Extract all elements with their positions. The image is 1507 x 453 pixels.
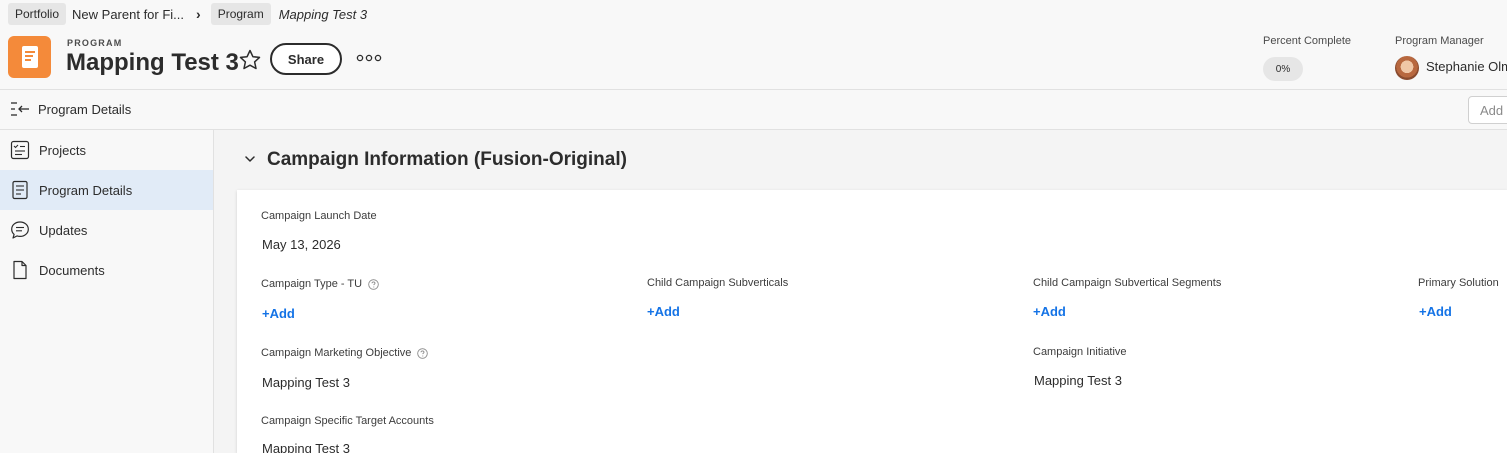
- object-type-label: PROGRAM: [67, 38, 123, 48]
- document-icon: [13, 260, 27, 280]
- percent-complete-badge: 0%: [1263, 57, 1303, 81]
- program-manager-name[interactable]: Stephanie Olm: [1426, 59, 1507, 74]
- details-toolbar: Program Details Add: [0, 90, 1507, 130]
- star-icon[interactable]: [238, 48, 262, 72]
- help-icon[interactable]: [417, 347, 429, 359]
- field-label-primary-solution: Primary Solution: [1418, 277, 1499, 289]
- field-label-text: Campaign Specific Target Accounts: [261, 415, 434, 427]
- breadcrumb-portfolio-link[interactable]: New Parent for Fi...: [72, 7, 184, 22]
- avatar[interactable]: [1395, 56, 1419, 80]
- projects-icon: [10, 140, 30, 160]
- field-value-target-accounts[interactable]: Mapping Test 3: [262, 441, 350, 453]
- field-label-text: Campaign Marketing Objective: [261, 347, 412, 359]
- updates-icon: [11, 221, 29, 239]
- add-child-subverticals-link[interactable]: +Add: [647, 304, 680, 319]
- sidebar-item-label: Documents: [39, 263, 105, 278]
- sidebar: Projects Program Details Updates Documen…: [0, 130, 214, 453]
- sidebar-item-documents[interactable]: Documents: [0, 250, 213, 290]
- more-options-icon[interactable]: [356, 50, 382, 66]
- sidebar-item-program-details[interactable]: Program Details: [0, 170, 213, 210]
- breadcrumb: Portfolio New Parent for Fi... › Program…: [8, 2, 367, 26]
- breadcrumb-portfolio-tag[interactable]: Portfolio: [8, 3, 67, 25]
- add-button[interactable]: Add: [1468, 96, 1507, 124]
- section-title[interactable]: Campaign Information (Fusion-Original): [267, 149, 627, 171]
- breadcrumb-program-tag[interactable]: Program: [210, 3, 271, 25]
- field-label-campaign-type: Campaign Type - TU: [261, 278, 379, 290]
- program-icon: [8, 36, 51, 78]
- sidebar-item-projects[interactable]: Projects: [0, 130, 213, 170]
- share-button[interactable]: Share: [270, 43, 342, 75]
- field-label-text: Campaign Type - TU: [261, 278, 363, 290]
- sidebar-item-label: Program Details: [39, 183, 133, 198]
- field-label-child-subvertical-segments: Child Campaign Subvertical Segments: [1033, 277, 1221, 289]
- field-value-initiative[interactable]: Mapping Test 3: [1034, 373, 1122, 388]
- page-header: Portfolio New Parent for Fi... › Program…: [0, 0, 1507, 90]
- sidebar-item-label: Projects: [39, 143, 86, 158]
- add-campaign-type-link[interactable]: +Add: [262, 306, 295, 321]
- field-label-text: Campaign Launch Date: [261, 210, 377, 222]
- field-label-initiative: Campaign Initiative: [1033, 346, 1127, 358]
- field-label-text: Child Campaign Subvertical Segments: [1033, 277, 1222, 289]
- field-label-child-subverticals: Child Campaign Subverticals: [647, 277, 788, 289]
- chevron-down-icon[interactable]: [244, 153, 256, 165]
- chevron-right-icon: ›: [196, 6, 201, 22]
- sidebar-item-label: Updates: [39, 223, 88, 238]
- toolbar-title: Program Details: [38, 102, 132, 117]
- field-label-target-accounts: Campaign Specific Target Accounts: [261, 415, 434, 427]
- field-label-text: Child Campaign Subverticals: [647, 277, 789, 289]
- sidebar-item-updates[interactable]: Updates: [0, 210, 213, 250]
- field-value-marketing-objective[interactable]: Mapping Test 3: [262, 375, 350, 390]
- form-card: [237, 190, 1507, 453]
- add-primary-solution-link[interactable]: +Add: [1419, 304, 1452, 319]
- details-icon: [12, 180, 28, 200]
- field-label-text: Campaign Initiative: [1033, 346, 1127, 358]
- help-icon[interactable]: [368, 278, 379, 290]
- breadcrumb-program-current: Mapping Test 3: [278, 6, 368, 22]
- field-label-marketing-objective: Campaign Marketing Objective: [261, 347, 429, 359]
- add-child-subvertical-segments-link[interactable]: +Add: [1033, 304, 1066, 319]
- field-label-launch-date: Campaign Launch Date: [261, 210, 377, 222]
- program-manager-label: Program Manager: [1395, 35, 1484, 47]
- percent-complete-label: Percent Complete: [1263, 35, 1352, 47]
- page-title: Mapping Test 3: [66, 49, 239, 76]
- field-label-text: Primary Solution: [1418, 277, 1499, 289]
- collapse-panel-icon[interactable]: [10, 101, 30, 117]
- field-value-launch-date[interactable]: May 13, 2026: [262, 237, 341, 252]
